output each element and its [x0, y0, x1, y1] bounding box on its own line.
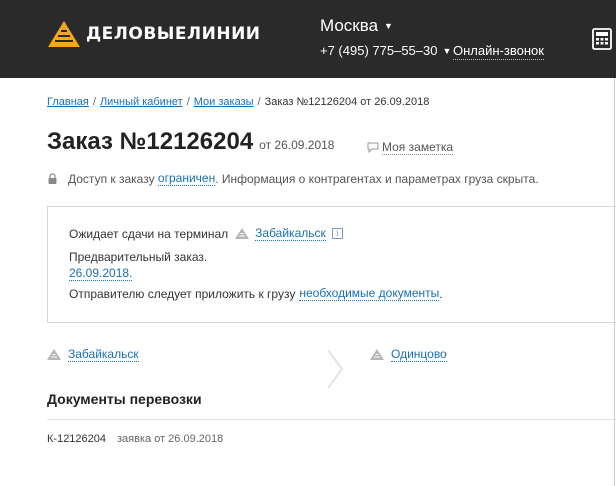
divider	[47, 419, 616, 420]
my-note-button[interactable]: Моя заметка	[367, 140, 454, 155]
breadcrumb: Главная / Личный кабинет / Мои заказы / …	[47, 96, 429, 108]
documents-heading: Документы перевозки	[47, 391, 202, 407]
breadcrumb-account[interactable]: Личный кабинет	[100, 96, 183, 108]
document-row[interactable]: К-12126204 заявка от 26.09.2018	[47, 433, 223, 445]
order-date: от 26.09.2018	[259, 138, 335, 152]
documents-notice-prefix: Отправителю следует приложить к грузу	[69, 286, 296, 301]
preliminary-date: 26.09.2018.	[69, 266, 133, 281]
calculator-icon[interactable]	[592, 28, 612, 50]
status-waiting-text: Ожидает сдачи на терминал	[69, 226, 229, 241]
comment-icon	[367, 142, 379, 153]
order-status-panel: Ожидает сдачи на терминал Забайкальск i …	[47, 206, 616, 323]
order-title-row: Заказ №12126204 от 26.09.2018	[47, 128, 334, 156]
breadcrumb-separator: /	[92, 96, 96, 108]
terminal-icon	[235, 228, 250, 239]
logo-text: ДЕЛОВЫЕЛИНИИ	[86, 24, 261, 44]
document-type: заявка от 26.09.2018	[117, 433, 224, 445]
terminal-icon	[370, 349, 384, 360]
route-origin: Забайкальск	[47, 347, 139, 362]
breadcrumb-separator: /	[257, 96, 261, 108]
required-documents-link[interactable]: необходимые документы	[299, 286, 440, 301]
preliminary-order-text: Предварительный заказ.	[69, 250, 208, 264]
access-suffix: . Информация о контрагентах и параметрах…	[215, 171, 539, 186]
my-note-label: Моя заметка	[382, 140, 454, 155]
city-selector[interactable]: Москва ▼	[320, 16, 393, 36]
phone-number: +7 (495) 775–55–30	[320, 43, 438, 58]
online-call-link[interactable]: Онлайн-звонок	[453, 43, 544, 60]
breadcrumb-current: Заказ №12126204 от 26.09.2018	[264, 96, 430, 108]
access-notice: Доступ к заказу ограничен. Информация о …	[47, 171, 539, 186]
breadcrumb-orders[interactable]: Мои заказы	[194, 96, 254, 108]
lock-icon	[48, 172, 57, 184]
terminal-link[interactable]: Забайкальск	[255, 226, 326, 241]
origin-terminal-link[interactable]: Забайкальск	[68, 347, 139, 362]
page-title: Заказ №12126204	[47, 128, 254, 155]
info-icon[interactable]: i	[331, 228, 343, 239]
document-id: К-12126204	[47, 433, 107, 445]
status-waiting: Ожидает сдачи на терминал Забайкальск i	[69, 226, 343, 241]
city-label: Москва	[320, 16, 379, 35]
breadcrumb-separator: /	[186, 96, 190, 108]
chevron-right-icon	[327, 349, 344, 389]
site-header: ДЕЛОВЫЕЛИНИИ Москва ▼ +7 (495) 775–55–30…	[0, 0, 616, 78]
route-destination: Одинцово	[370, 347, 447, 362]
destination-terminal-link[interactable]: Одинцово	[391, 347, 447, 362]
breadcrumb-home[interactable]: Главная	[47, 96, 89, 108]
access-restricted-link[interactable]: ограничен	[157, 171, 216, 186]
chevron-down-icon: ▼	[384, 21, 393, 31]
chevron-down-icon: ▼	[442, 45, 452, 56]
terminal-icon	[47, 349, 61, 360]
company-logo[interactable]: ДЕЛОВЫЕЛИНИИ	[46, 18, 261, 50]
documents-notice: Отправителю следует приложить к грузу не…	[69, 286, 443, 301]
logo-mark-icon	[48, 21, 80, 47]
access-prefix: Доступ к заказу	[68, 171, 155, 186]
preliminary-date-link[interactable]: 26.09.2018.	[69, 266, 133, 281]
documents-notice-suffix: .	[439, 286, 443, 301]
phone-selector[interactable]: +7 (495) 775–55–30 ▼	[320, 43, 451, 58]
